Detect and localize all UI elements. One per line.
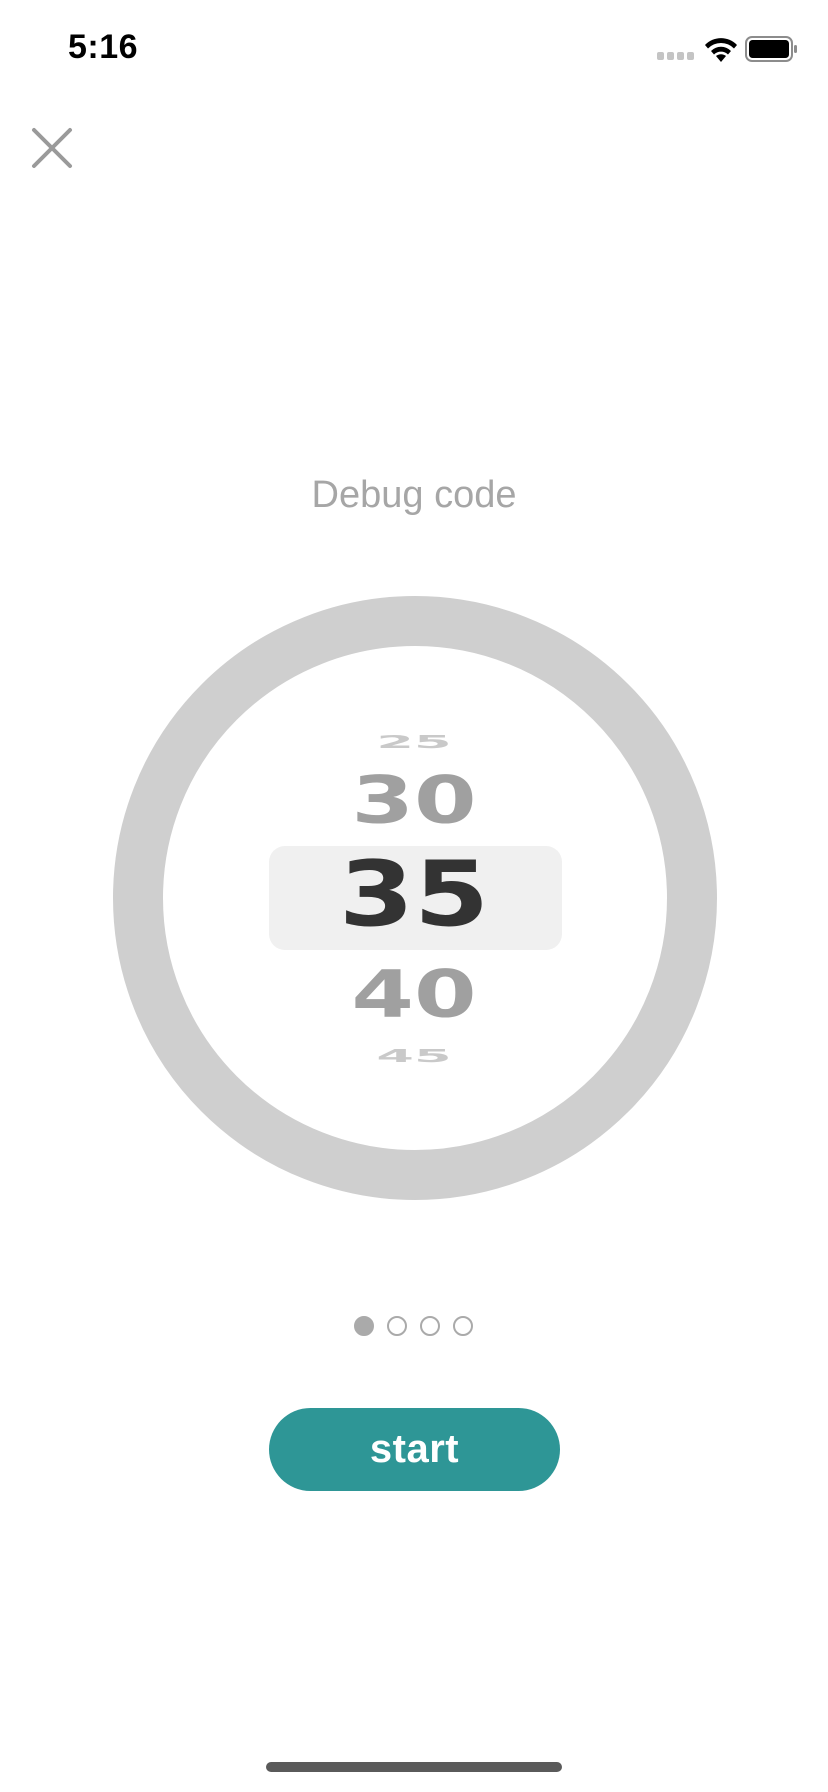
page-dot-active[interactable]	[354, 1316, 374, 1336]
picker-option[interactable]: 30	[0, 768, 828, 833]
picker-option[interactable]: 45	[0, 1047, 828, 1065]
start-button[interactable]: start	[269, 1408, 560, 1491]
close-button[interactable]	[28, 124, 76, 172]
page-dot[interactable]	[453, 1316, 473, 1336]
close-icon	[32, 128, 72, 168]
battery-icon	[745, 36, 797, 62]
wifi-icon	[705, 38, 737, 62]
picker-selected-option[interactable]: 35	[0, 850, 828, 940]
page-indicator	[354, 1316, 473, 1336]
start-button-label: start	[369, 1427, 460, 1471]
home-indicator[interactable]	[266, 1762, 562, 1772]
picker-option[interactable]: 25	[0, 733, 828, 751]
page-title: Debug code	[311, 474, 517, 516]
page-dot[interactable]	[387, 1316, 407, 1336]
status-time: 5:16	[68, 28, 139, 66]
screen: 5:16 Debug code 25 30 35 40 45 start	[0, 0, 828, 1792]
cellular-signal-icon	[657, 52, 697, 62]
picker-option[interactable]: 40	[0, 962, 828, 1027]
page-dot[interactable]	[420, 1316, 440, 1336]
